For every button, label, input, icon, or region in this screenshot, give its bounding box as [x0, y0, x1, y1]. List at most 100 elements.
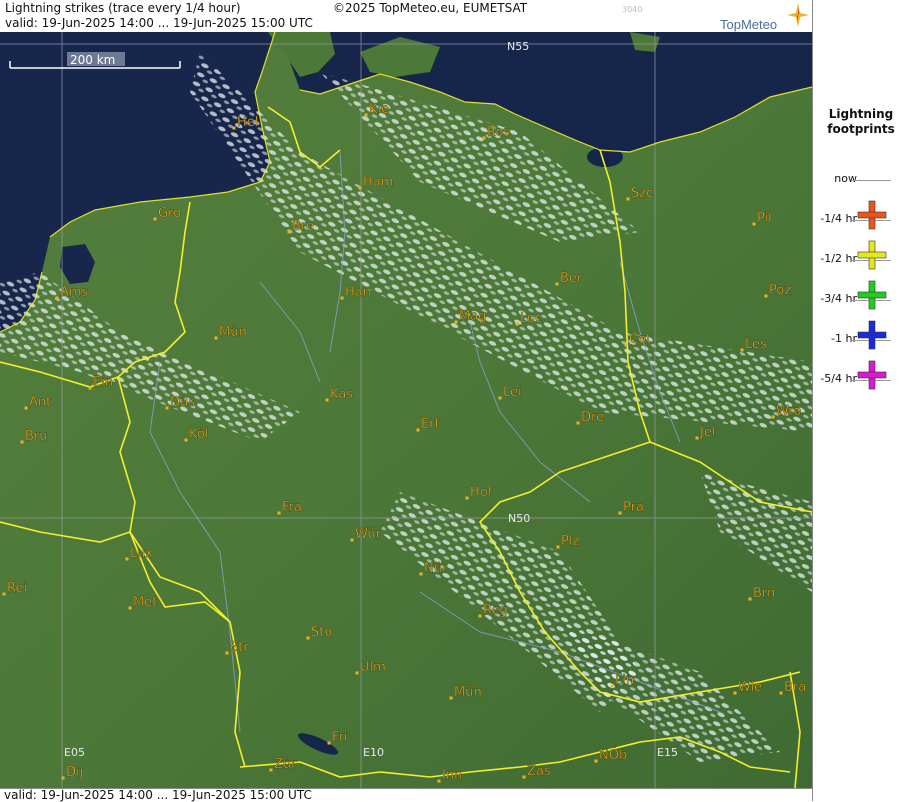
city-label: Kas [330, 387, 353, 402]
topmeteo-logo: TopMeteo [720, 17, 778, 32]
city-label: Pil [757, 211, 772, 226]
city-marker: Rei [2, 581, 27, 596]
city-label: Les [745, 337, 767, 352]
valid-time: valid: 19-Jun-2025 14:00 ... 19-Jun-2025… [5, 16, 313, 30]
city-marker: Ham [358, 175, 394, 190]
city-marker: Nür [419, 561, 448, 576]
city-dot [416, 428, 420, 432]
city-dot [55, 296, 59, 300]
city-marker: Pra [618, 500, 644, 515]
city-dot [355, 671, 359, 675]
city-label: NÖb [599, 746, 627, 763]
city-label: Zür [274, 757, 297, 772]
legend-tick [851, 180, 891, 181]
city-dot [20, 440, 24, 444]
city-label: Loc [520, 311, 542, 326]
city-marker: Met [128, 595, 158, 610]
map-footer: valid: 19-Jun-2025 14:00 ... 19-Jun-2025… [0, 788, 812, 802]
city-label: Met [133, 595, 157, 610]
city-marker: Les [740, 337, 767, 352]
city-marker: Dre [576, 410, 604, 425]
city-label: Dij [66, 765, 83, 780]
city-marker: Cot [624, 332, 651, 347]
city-dot [128, 606, 132, 610]
legend-label: -3/4 hr [820, 292, 857, 305]
city-dot [594, 759, 598, 763]
city-label: Mag [459, 309, 486, 324]
city-dot [465, 496, 469, 500]
city-label: Jel [699, 425, 715, 440]
city-marker: Reg [478, 603, 508, 618]
city-marker: Lux [125, 546, 153, 561]
city-dot [748, 597, 752, 601]
city-dot [764, 294, 768, 298]
city-label: Han [345, 285, 371, 300]
city-dot [61, 776, 65, 780]
city-label: Poz [769, 283, 791, 298]
city-marker: Inn [437, 768, 463, 783]
lightning-cross-icon [857, 280, 887, 310]
city-dot [419, 572, 423, 576]
city-marker: Hof [465, 485, 493, 500]
city-label: Cot [629, 332, 651, 347]
city-marker: Wie [733, 680, 762, 695]
city-marker: Mag [454, 309, 487, 324]
city-label: Köl [189, 427, 208, 442]
city-label: Bre [292, 219, 314, 234]
city-label: Lin [615, 673, 634, 688]
legend-panel: Lightning footprints now -1/4 hr -1/2 hr -3… [812, 0, 904, 801]
city-dot [522, 775, 526, 779]
lightning-cross-icon [857, 320, 887, 350]
city-dot [454, 320, 458, 324]
city-label: Ber [560, 271, 583, 286]
city-label: Düs [170, 395, 195, 410]
city-marker: Brn [748, 586, 775, 601]
city-marker: Han [340, 285, 371, 300]
city-label: Fri [332, 730, 348, 745]
city-label: Szc [631, 186, 653, 201]
city-dot [277, 511, 281, 515]
city-label: Ant [29, 395, 51, 410]
city-dot [779, 691, 783, 695]
city-label: Hof [470, 485, 493, 500]
city-dot [358, 186, 362, 190]
compass-star-icon [787, 3, 809, 27]
city-label: Kie [369, 102, 389, 117]
city-label: Bra [784, 680, 806, 695]
legend-label: -1/2 hr [820, 252, 857, 265]
city-dot [771, 415, 775, 419]
grid-label-e05: E05 [64, 746, 85, 759]
city-label: Mün [454, 685, 482, 700]
city-label: Fra [282, 500, 302, 515]
city-label: Nür [424, 561, 448, 576]
city-marker: Ein [88, 375, 113, 390]
map-header: Lightning strikes (trace every 1/4 hour)… [0, 0, 812, 33]
city-dot [740, 348, 744, 352]
city-marker: Ant [24, 395, 51, 410]
grid-label-e10: E10 [363, 746, 384, 759]
city-dot [498, 396, 502, 400]
city-marker: Stu [306, 625, 333, 640]
city-label: Mün [219, 325, 247, 340]
map-title: Lightning strikes (trace every 1/4 hour) [5, 1, 241, 15]
city-marker: Str [225, 640, 250, 655]
city-dot [125, 557, 129, 561]
city-dot [695, 436, 699, 440]
city-label: Wro [776, 404, 801, 419]
city-marker: Lin [610, 673, 634, 688]
city-marker: Ber [555, 271, 583, 286]
city-dot [184, 438, 188, 442]
city-marker: Köl [184, 427, 209, 442]
city-dot [449, 696, 453, 700]
lightning-cross-icon [857, 200, 887, 230]
city-dot [752, 222, 756, 226]
city-dot [306, 636, 310, 640]
lightning-cross-icon [857, 360, 887, 390]
city-marker: Loc [515, 311, 542, 326]
city-label: Ams [60, 285, 89, 300]
city-label: Ulm [360, 660, 386, 675]
city-dot [350, 538, 354, 542]
city-marker: Kie [364, 102, 389, 117]
city-label: Inn [442, 768, 462, 783]
city-dot [88, 386, 92, 390]
